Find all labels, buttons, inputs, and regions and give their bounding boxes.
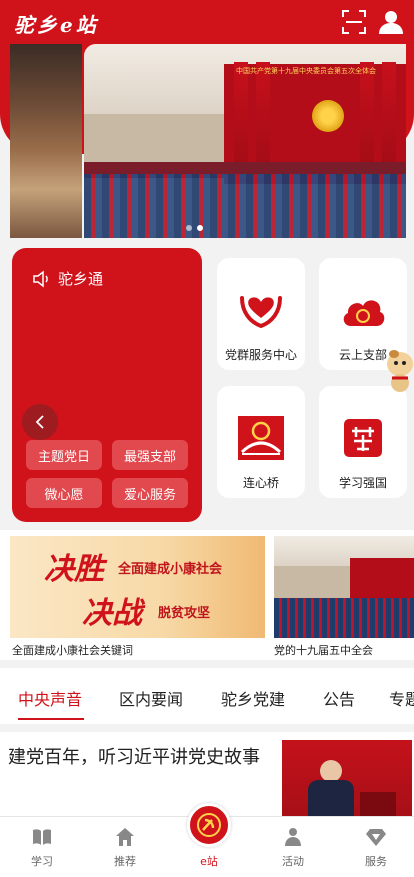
nav-recommend[interactable]: 推荐 [95,827,155,869]
news-caption[interactable]: 党的十九届五中全会 [274,642,373,658]
diamond-icon [366,829,386,846]
tile-heart-bridge[interactable]: 连心桥 [217,386,305,498]
micro-wish-button[interactable]: 微心愿 [26,478,102,508]
party-emblem-icon [197,813,221,837]
tile-party-service-center[interactable]: 党群服务中心 [217,258,305,370]
cloud-party-icon [339,286,387,334]
podium [360,792,396,816]
home-icon [116,828,134,846]
party-emblem-icon [312,100,344,132]
plenum-floor [274,598,414,638]
tile-label: 学习强国 [338,476,387,490]
banner-sub-text: 全面建成小康社会 [118,562,223,577]
tab-central-voice[interactable]: 中央声音 [18,686,82,710]
back-button[interactable] [22,404,58,440]
chevron-left-icon [35,415,44,429]
card-title[interactable]: 驼乡通 [32,268,103,289]
banner-big-text: 决战 [82,596,142,631]
banner-sub-text: 脱贫攻坚 [158,606,211,621]
article-title[interactable]: 建党百年，听习近平讲党史故事 [8,744,276,772]
book-icon [33,829,51,845]
nav-label: 推荐 [114,855,136,868]
banner-big-text: 决胜 [44,552,104,587]
tile-label: 党群服务中心 [224,348,297,362]
tab-announcement[interactable]: 公告 [323,686,355,710]
pagination-dot[interactable] [186,225,192,231]
bridge-icon [238,414,284,462]
tile-label: 连心桥 [242,476,279,490]
article-thumbnail[interactable] [282,740,412,816]
hall-floor [84,174,406,238]
nav-activity[interactable]: 活动 [263,827,323,869]
banner-main-image[interactable]: 中国共产党第十九届中央委员会第五次全体会 [84,44,406,238]
nav-study[interactable]: 学习 [12,827,72,869]
speaker-icon [33,269,48,288]
nav-label: 学习 [31,855,53,868]
category-tabs: 中央声音 区内要闻 驼乡党建 公告 专题 [0,668,414,724]
tab-tuoxiang-party[interactable]: 驼乡党建 [221,686,285,710]
nav-estation-button[interactable] [187,803,231,847]
news-caption[interactable]: 全面建成小康社会关键词 [12,642,133,658]
nav-label: 服务 [365,855,387,868]
nav-label-active[interactable]: e站 [187,853,231,869]
hands-heart-icon [238,286,284,334]
banner-side-image[interactable] [10,44,82,238]
speaker-suit [308,780,354,816]
tab-special-topic[interactable]: 专题 [389,686,414,710]
pagination-dot-active[interactable] [197,225,203,231]
tile-label: 云上支部 [338,348,387,362]
speaker-head [320,760,342,782]
theme-party-day-button[interactable]: 主题党日 [26,440,102,470]
card-title-label: 驼乡通 [58,270,104,288]
app-header: 驼乡e站 [0,0,414,44]
news-card-plenum[interactable] [274,536,414,638]
tuoxiangtong-card: 驼乡通 主题党日 最强支部 微心愿 爱心服务 [12,248,202,522]
app-logo: 驼乡e站 [14,13,99,37]
mascot-icon[interactable] [382,346,414,396]
hall-title: 中国共产党第十九届中央委员会第五次全体会 [236,67,376,75]
nav-service[interactable]: 服务 [346,827,406,869]
tab-active-indicator [18,718,84,720]
tile-study-strong-nation[interactable]: 学习强国 [319,386,407,498]
tab-district-news[interactable]: 区内要闻 [119,686,183,710]
best-branch-button[interactable]: 最强支部 [112,440,188,470]
banner-pagination [186,216,208,235]
study-icon [344,414,382,462]
person-icon [285,828,301,846]
scan-icon[interactable] [341,9,367,35]
love-service-button[interactable]: 爱心服务 [112,478,188,508]
nav-label: 活动 [282,855,304,868]
user-icon[interactable] [378,9,404,35]
news-card-xiaokang[interactable]: 决胜 全面建成小康社会 决战 脱贫攻坚 [10,536,265,638]
